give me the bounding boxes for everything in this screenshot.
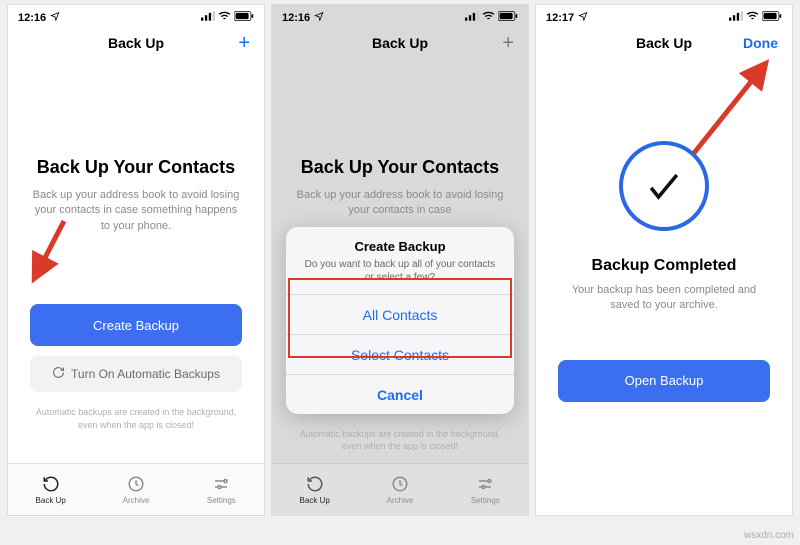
auto-backup-button[interactable]: Turn On Automatic Backups [30, 356, 242, 392]
location-icon [314, 11, 324, 24]
content: Back Up Your Contacts Back up your addre… [8, 61, 264, 463]
page-subtext: Back up your address book to avoid losin… [30, 188, 242, 234]
tab-archive-label: Archive [387, 496, 414, 505]
create-backup-button[interactable]: Create Backup [30, 304, 242, 346]
location-icon [578, 11, 588, 24]
wifi-icon [218, 11, 231, 24]
add-button[interactable]: + [238, 32, 250, 55]
auto-backup-hint: Automatic backups are created in the bac… [30, 406, 242, 431]
nav-title: Back Up [372, 35, 428, 51]
open-backup-button[interactable]: Open Backup [558, 360, 770, 402]
tab-archive[interactable]: Archive [93, 464, 178, 515]
create-backup-dialog: Create Backup Do you want to back up all… [286, 227, 514, 414]
done-button[interactable]: Done [743, 35, 778, 51]
page-heading: Back Up Your Contacts [301, 157, 499, 178]
status-time: 12:17 [546, 12, 574, 24]
auto-backup-hint: Automatic backups are created in the bac… [294, 428, 506, 453]
restore-icon [42, 475, 60, 493]
signal-icon [201, 11, 215, 24]
page-heading: Back Up Your Contacts [37, 157, 235, 178]
signal-icon [729, 11, 743, 24]
auto-backup-label: Turn On Automatic Backups [71, 367, 220, 381]
nav-title: Back Up [636, 35, 692, 51]
sliders-icon [476, 475, 494, 493]
content: Backup Completed Your backup has been co… [536, 61, 792, 515]
battery-icon [498, 11, 518, 24]
dialog-title: Create Backup [302, 239, 498, 254]
status-time: 12:16 [18, 12, 46, 24]
clock-icon [391, 475, 409, 493]
watermark: wsxdn.com [744, 530, 794, 541]
checkmark-icon [642, 164, 686, 208]
status-time: 12:16 [282, 12, 310, 24]
nav-bar: Back Up + [8, 25, 264, 61]
restore-icon [306, 475, 324, 493]
refresh-icon [52, 366, 65, 382]
nav-title: Back Up [108, 35, 164, 51]
wifi-icon [482, 11, 495, 24]
cancel-label: Cancel [377, 387, 423, 403]
frame-backup-completed: 12:17 Back Up Done Backup Completed Your… [535, 4, 793, 516]
signal-icon [465, 11, 479, 24]
add-button[interactable]: + [502, 32, 514, 55]
tab-settings-label: Settings [207, 496, 236, 505]
dialog-subtext: Do you want to back up all of your conta… [302, 258, 498, 284]
tab-backup-label: Back Up [300, 496, 330, 505]
battery-icon [762, 11, 782, 24]
open-backup-label: Open Backup [625, 373, 704, 388]
tab-settings-label: Settings [471, 496, 500, 505]
status-bar: 12:16 [8, 5, 264, 25]
nav-bar: Back Up Done [536, 25, 792, 61]
tab-archive-label: Archive [123, 496, 150, 505]
status-bar: 12:17 [536, 5, 792, 25]
nav-bar: Back Up + [272, 25, 528, 61]
tab-backup-label: Back Up [36, 496, 66, 505]
tab-settings[interactable]: Settings [179, 464, 264, 515]
status-bar: 12:16 [272, 5, 528, 25]
sliders-icon [212, 475, 230, 493]
all-contacts-button[interactable]: All Contacts [286, 294, 514, 334]
tab-settings[interactable]: Settings [443, 464, 528, 515]
create-backup-label: Create Backup [93, 318, 179, 333]
page-subtext: Back up your address book to avoid losin… [294, 188, 506, 219]
clock-icon [127, 475, 145, 493]
frame-backup-start: 12:16 Back Up + Back Up Your Contacts Ba… [7, 4, 265, 516]
battery-icon [234, 11, 254, 24]
tab-bar: Back Up Archive Settings [272, 463, 528, 515]
tab-backup[interactable]: Back Up [8, 464, 93, 515]
tab-bar: Back Up Archive Settings [8, 463, 264, 515]
tab-archive[interactable]: Archive [357, 464, 442, 515]
cancel-button[interactable]: Cancel [286, 374, 514, 414]
select-contacts-button[interactable]: Select Contacts [286, 334, 514, 374]
success-icon [619, 141, 709, 231]
wifi-icon [746, 11, 759, 24]
tab-backup[interactable]: Back Up [272, 464, 357, 515]
select-contacts-label: Select Contacts [351, 347, 449, 363]
all-contacts-label: All Contacts [363, 307, 438, 323]
completed-subtext: Your backup has been completed and saved… [558, 283, 770, 314]
frame-create-backup-dialog: 12:16 Back Up + Back Up Your Contacts Ba… [271, 4, 529, 516]
location-icon [50, 11, 60, 24]
completed-heading: Backup Completed [592, 257, 737, 275]
